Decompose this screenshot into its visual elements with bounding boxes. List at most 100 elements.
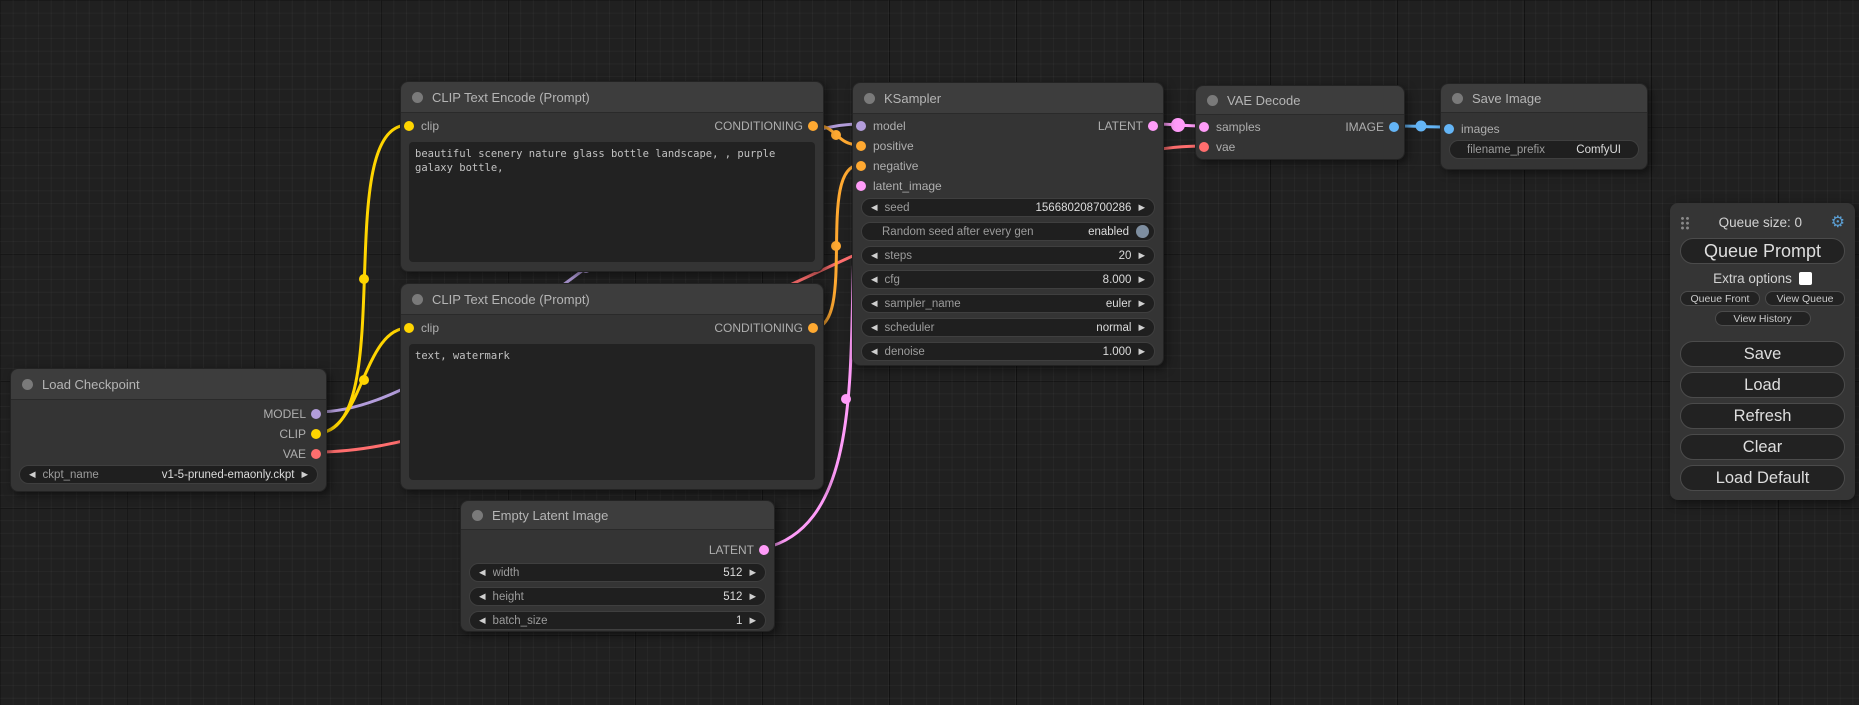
node-ksampler[interactable]: KSampler model LATENT positive negative … [852,82,1164,366]
node-title: Save Image [1472,91,1541,106]
latent-output-slot[interactable] [1148,121,1158,131]
queue-front-button[interactable]: Queue Front [1680,291,1760,306]
decrement-icon[interactable]: ◀ [871,251,878,260]
node-empty-latent-image[interactable]: Empty Latent Image LATENT ◀ width 512 ▶ … [460,500,775,632]
images-input-slot[interactable] [1444,124,1454,134]
collapse-dot-icon[interactable] [864,93,875,104]
slot-row: clip CONDITIONING [401,318,823,338]
settings-gear-icon[interactable]: ⚙ [1831,215,1845,231]
node-load-checkpoint[interactable]: Load Checkpoint MODEL CLIP VAE ◀ ckpt_na… [10,368,327,492]
seed-widget[interactable]: ◀ seed 156680208700286 ▶ [861,198,1155,217]
sampler-name-widget[interactable]: ◀ sampler_name euler ▶ [861,294,1155,313]
decrement-icon[interactable]: ◀ [871,275,878,284]
slot-row: clip CONDITIONING [401,116,823,136]
refresh-button[interactable]: Refresh [1680,403,1845,429]
next-value-icon[interactable]: ▶ [301,470,308,479]
latent-image-input-slot[interactable] [856,181,866,191]
drag-handle-icon[interactable] [1680,216,1690,230]
random-seed-toggle-widget[interactable]: Random seed after every gen enabled [861,222,1155,241]
batch-size-widget[interactable]: ◀ batch_size 1 ▶ [469,611,766,630]
clip-output-slot[interactable] [311,429,321,439]
increment-icon[interactable]: ▶ [749,592,756,601]
negative-input-slot[interactable] [856,161,866,171]
decrement-icon[interactable]: ◀ [479,568,486,577]
save-button[interactable]: Save [1680,341,1845,367]
slot-row: model LATENT [853,116,1163,136]
link-midpoint-dot [831,241,841,251]
collapse-dot-icon[interactable] [412,92,423,103]
node-title-bar[interactable]: Save Image [1441,84,1647,113]
image-output-slot[interactable] [1389,122,1399,132]
slot-row: VAE [11,444,326,464]
positive-input-slot[interactable] [856,141,866,151]
node-title-bar[interactable]: KSampler [853,83,1163,114]
queue-panel[interactable]: Queue size: 0 ⚙ Queue Prompt Extra optio… [1670,203,1855,500]
next-value-icon[interactable]: ▶ [1138,323,1145,332]
collapse-dot-icon[interactable] [472,510,483,521]
view-queue-button[interactable]: View Queue [1765,291,1845,306]
view-history-button[interactable]: View History [1715,311,1811,326]
increment-icon[interactable]: ▶ [1138,275,1145,284]
increment-icon[interactable]: ▶ [1138,347,1145,356]
slot-row: latent_image [853,176,1163,196]
decrement-icon[interactable]: ◀ [871,347,878,356]
decrement-icon[interactable]: ◀ [479,592,486,601]
increment-icon[interactable]: ▶ [749,568,756,577]
collapse-dot-icon[interactable] [1207,95,1218,106]
model-input-slot[interactable] [856,121,866,131]
clip-input-slot[interactable] [404,121,414,131]
node-title: VAE Decode [1227,93,1300,108]
link-midpoint-dot [831,130,841,140]
decrement-icon[interactable]: ◀ [871,203,878,212]
decrement-icon[interactable]: ◀ [479,616,486,625]
clip-input-slot[interactable] [404,323,414,333]
slot-row: samples IMAGE [1196,117,1404,137]
conditioning-output-slot[interactable] [808,121,818,131]
conditioning-output-slot[interactable] [808,323,818,333]
cfg-widget[interactable]: ◀ cfg 8.000 ▶ [861,270,1155,289]
node-title-bar[interactable]: CLIP Text Encode (Prompt) [401,284,823,315]
load-button[interactable]: Load [1680,372,1845,398]
next-value-icon[interactable]: ▶ [1138,299,1145,308]
toggle-dot-icon[interactable] [1136,225,1149,238]
queue-prompt-button[interactable]: Queue Prompt [1680,238,1845,264]
steps-widget[interactable]: ◀ steps 20 ▶ [861,246,1155,265]
node-title-bar[interactable]: VAE Decode [1196,86,1404,115]
slot-row: positive [853,136,1163,156]
node-save-image[interactable]: Save Image images filename_prefix ComfyU… [1440,83,1648,170]
node-clip-text-encode-positive[interactable]: CLIP Text Encode (Prompt) clip CONDITION… [400,81,824,272]
increment-icon[interactable]: ▶ [1138,203,1145,212]
node-clip-text-encode-negative[interactable]: CLIP Text Encode (Prompt) clip CONDITION… [400,283,824,490]
vae-output-slot[interactable] [311,449,321,459]
slot-row: MODEL [11,404,326,424]
filename-prefix-widget[interactable]: filename_prefix ComfyUI [1449,140,1639,159]
negative-prompt-textarea[interactable]: text, watermark [409,344,815,480]
height-widget[interactable]: ◀ height 512 ▶ [469,587,766,606]
ckpt-name-widget[interactable]: ◀ ckpt_name v1-5-pruned-emaonly.ckpt ▶ [19,465,318,484]
prev-value-icon[interactable]: ◀ [871,323,878,332]
node-vae-decode[interactable]: VAE Decode samples IMAGE vae [1195,85,1405,160]
node-title-bar[interactable]: CLIP Text Encode (Prompt) [401,82,823,113]
node-title-bar[interactable]: Load Checkpoint [11,369,326,400]
increment-icon[interactable]: ▶ [1138,251,1145,260]
prev-value-icon[interactable]: ◀ [29,470,36,479]
scheduler-widget[interactable]: ◀ scheduler normal ▶ [861,318,1155,337]
node-title-bar[interactable]: Empty Latent Image [461,501,774,530]
model-output-slot[interactable] [311,409,321,419]
vae-input-slot[interactable] [1199,142,1209,152]
prev-value-icon[interactable]: ◀ [871,299,878,308]
node-title: Load Checkpoint [42,377,140,392]
clear-button[interactable]: Clear [1680,434,1845,460]
slot-row: vae [1196,137,1404,157]
positive-prompt-textarea[interactable]: beautiful scenery nature glass bottle la… [409,142,815,262]
collapse-dot-icon[interactable] [1452,93,1463,104]
collapse-dot-icon[interactable] [22,379,33,390]
samples-input-slot[interactable] [1199,122,1209,132]
collapse-dot-icon[interactable] [412,294,423,305]
increment-icon[interactable]: ▶ [749,616,756,625]
latent-output-slot[interactable] [759,545,769,555]
denoise-widget[interactable]: ◀ denoise 1.000 ▶ [861,342,1155,361]
load-default-button[interactable]: Load Default [1680,465,1845,491]
width-widget[interactable]: ◀ width 512 ▶ [469,563,766,582]
extra-options-checkbox[interactable] [1799,272,1812,285]
